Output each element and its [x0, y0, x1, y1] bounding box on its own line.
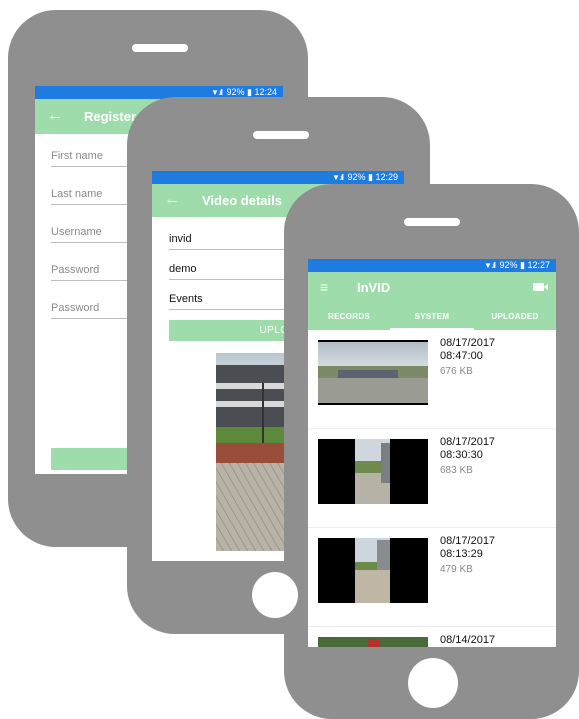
- item-date: 08/17/2017: [440, 337, 496, 349]
- video-details-title: Video details: [202, 193, 282, 208]
- list-item[interactable]: 08/17/2017 08:47:00 676 KB: [308, 330, 556, 429]
- phone-invid: ▼.ıll 92% ▮ 12:27 ≡ InVID RECORDS SYSTEM…: [284, 184, 579, 719]
- video-preview-image: [216, 353, 286, 551]
- list-item[interactable]: 08/17/2017 08:13:29 479 KB: [308, 528, 556, 627]
- item-time: 08:30:30: [440, 449, 483, 461]
- tab-records[interactable]: RECORDS: [308, 304, 390, 330]
- menu-icon[interactable]: ≡: [320, 279, 328, 295]
- signal-icon: ▼.ıll: [484, 261, 496, 270]
- battery-level: 92%: [347, 172, 366, 182]
- camera-icon[interactable]: [533, 283, 544, 291]
- back-arrow-icon[interactable]: ←: [164, 191, 180, 209]
- item-date: 08/17/2017: [440, 436, 496, 448]
- battery-level: 92%: [226, 87, 245, 97]
- item-date: 08/14/2017: [440, 634, 496, 646]
- battery-level: 92%: [499, 260, 518, 270]
- item-time: 08:47:00: [440, 350, 483, 362]
- item-size: 676 KB: [440, 366, 473, 377]
- status-bar: ▼.ıll 92% ▮ 12:29: [152, 171, 404, 184]
- phone-speaker: [253, 131, 309, 139]
- video-thumbnail: [318, 538, 428, 603]
- list-item[interactable]: 08/14/2017: [308, 627, 556, 647]
- tab-bar: RECORDS SYSTEM UPLOADED: [308, 304, 556, 330]
- status-time: 12:24: [254, 87, 277, 97]
- invid-appbar: ≡ InVID: [308, 272, 556, 304]
- status-bar: ▼.ıll 92% ▮ 12:27: [308, 259, 556, 272]
- app-title: InVID: [357, 280, 391, 295]
- list-item[interactable]: 08/17/2017 08:30:30 683 KB: [308, 429, 556, 528]
- item-size: 479 KB: [440, 564, 473, 575]
- status-time: 12:29: [375, 172, 398, 182]
- tab-uploaded[interactable]: UPLOADED: [474, 304, 556, 330]
- home-button[interactable]: [252, 572, 298, 618]
- back-arrow-icon[interactable]: ←: [47, 107, 63, 125]
- battery-icon: ▮: [368, 172, 373, 182]
- signal-icon: ▼.ıll: [332, 173, 344, 182]
- item-time: 08:13:29: [440, 548, 483, 560]
- video-thumbnail: [318, 340, 428, 405]
- battery-icon: ▮: [520, 260, 525, 270]
- video-thumbnail: [318, 637, 428, 647]
- phone-speaker: [404, 218, 460, 226]
- status-time: 12:27: [527, 260, 550, 270]
- home-button[interactable]: [408, 658, 458, 708]
- signal-icon: ▼.ıll: [211, 88, 223, 97]
- tab-system[interactable]: SYSTEM: [390, 304, 474, 330]
- item-size: 683 KB: [440, 465, 473, 476]
- invid-screen: ▼.ıll 92% ▮ 12:27 ≡ InVID RECORDS SYSTEM…: [308, 259, 556, 647]
- phone-speaker: [132, 44, 188, 52]
- register-title: Register: [84, 109, 137, 124]
- item-date: 08/17/2017: [440, 535, 496, 547]
- camera-icon-lens: [544, 284, 548, 290]
- battery-icon: ▮: [247, 87, 252, 97]
- video-thumbnail: [318, 439, 428, 504]
